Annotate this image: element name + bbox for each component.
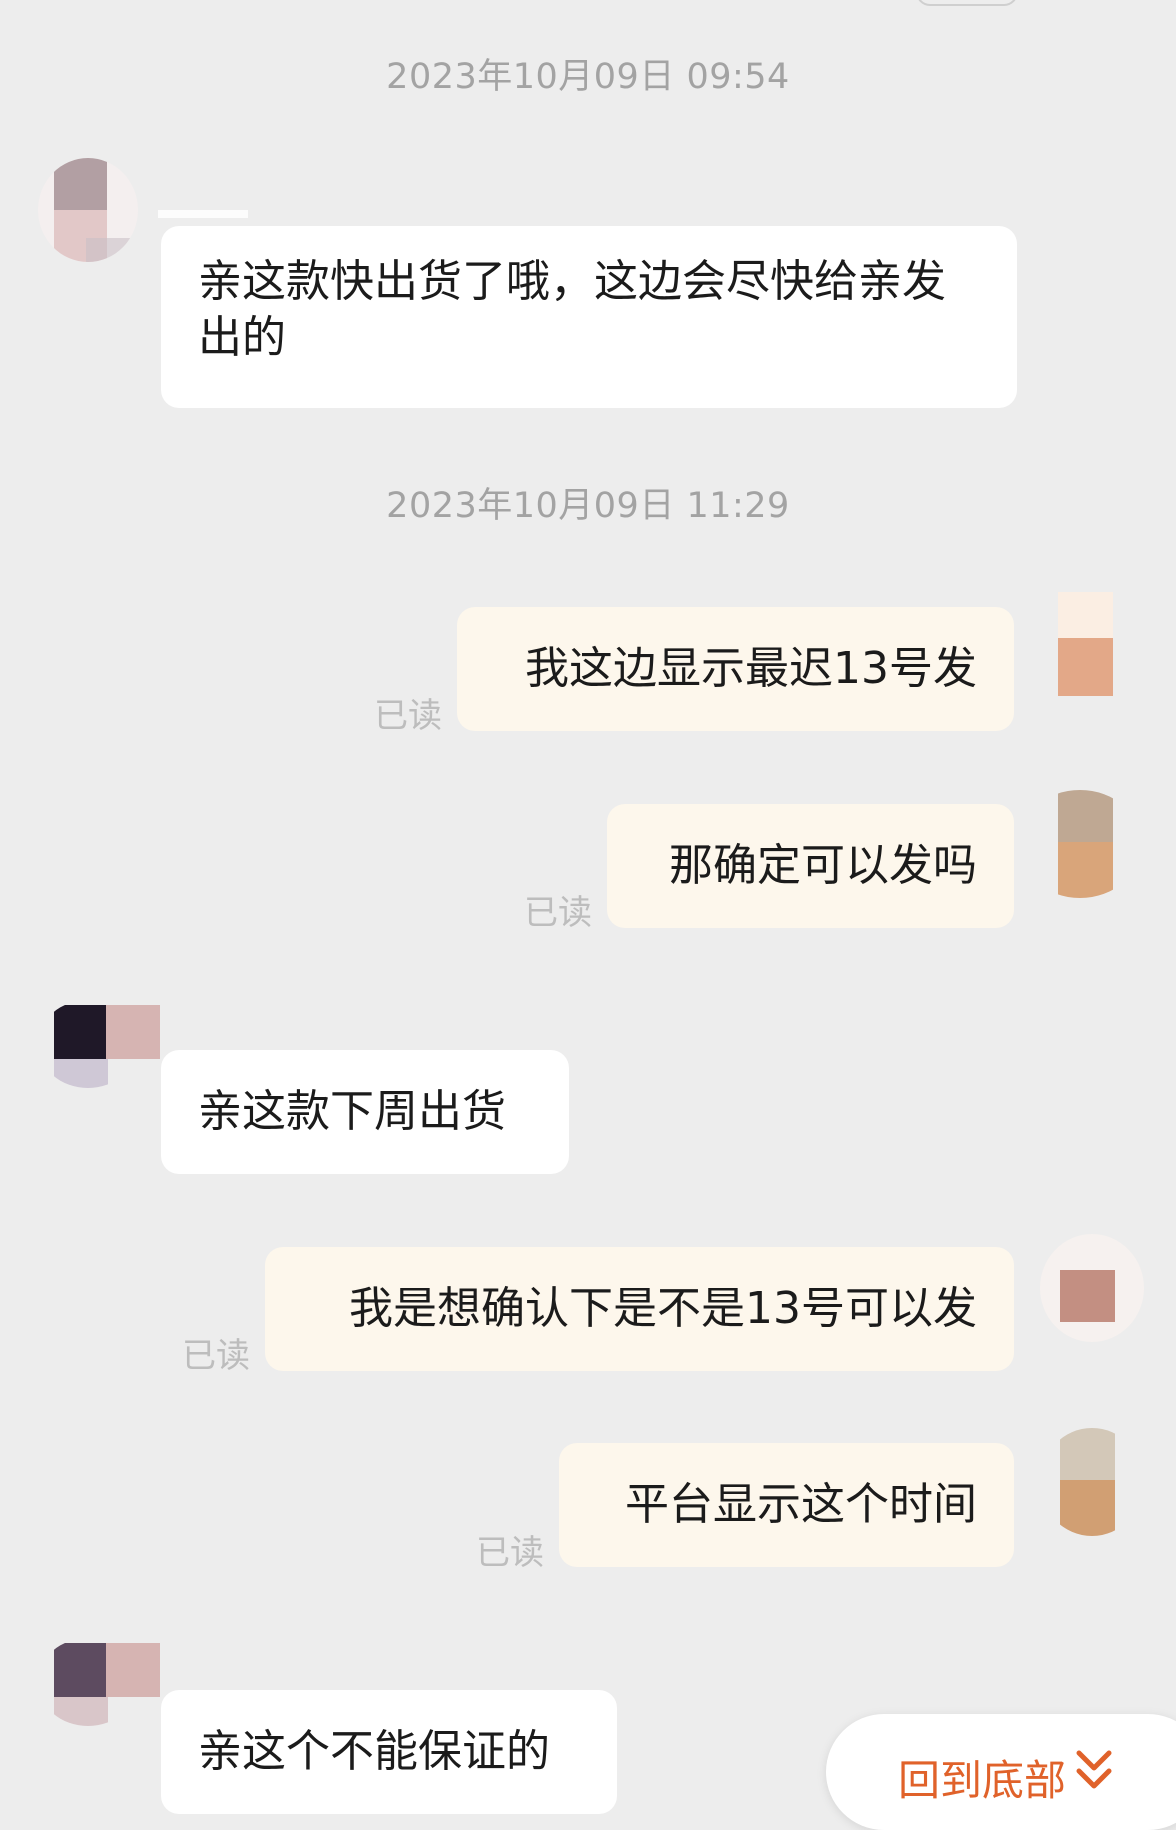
back-to-bottom-label: 回到底部 <box>898 1756 1067 1805</box>
message-bubble-incoming[interactable]: 亲这款快出货了哦，这边会尽快给亲发出的 <box>161 226 1017 408</box>
message-text: 亲这个不能保证的 <box>198 1726 550 1777</box>
timestamp: 2023年10月09日 11:29 <box>386 486 790 526</box>
message-text: 我是想确认下是不是13号可以发 <box>349 1283 977 1334</box>
timestamp: 2023年10月09日 09:54 <box>386 57 790 97</box>
read-status: 已读 <box>524 893 592 933</box>
message-text: 我这边显示最迟13号发 <box>525 643 977 694</box>
read-status: 已读 <box>182 1336 250 1376</box>
sender-name-placeholder <box>106 1005 160 1059</box>
sender-name-placeholder <box>158 210 248 218</box>
double-chevron-down-icon <box>1074 1747 1114 1795</box>
my-avatar[interactable] <box>1058 592 1113 696</box>
message-bubble-outgoing[interactable]: 我是想确认下是不是13号可以发 <box>265 1247 1014 1371</box>
message-text: 平台显示这个时间 <box>625 1479 977 1530</box>
message-bubble-incoming[interactable]: 亲这款下周出货 <box>161 1050 569 1174</box>
back-to-bottom-button[interactable]: 回到底部 <box>826 1714 1176 1830</box>
my-avatar[interactable] <box>1040 1428 1144 1536</box>
my-avatar[interactable] <box>1040 1234 1144 1342</box>
sender-name-placeholder <box>106 1643 160 1697</box>
seller-avatar[interactable] <box>38 158 138 262</box>
message-bubble-outgoing[interactable]: 那确定可以发吗 <box>607 804 1014 928</box>
message-text: 亲这款下周出货 <box>198 1086 506 1137</box>
message-bubble-outgoing[interactable]: 平台显示这个时间 <box>559 1443 1014 1567</box>
message-bubble-outgoing[interactable]: 我这边显示最迟13号发 <box>457 607 1014 731</box>
message-text: 那确定可以发吗 <box>669 840 977 891</box>
message-bubble-incoming[interactable]: 亲这个不能保证的 <box>161 1690 617 1814</box>
my-avatar[interactable] <box>1018 790 1142 898</box>
scroll-handle[interactable] <box>916 0 1018 6</box>
read-status: 已读 <box>374 696 442 736</box>
message-text: 亲这款快出货了哦，这边会尽快给亲发出的 <box>198 256 946 363</box>
read-status: 已读 <box>476 1533 544 1573</box>
